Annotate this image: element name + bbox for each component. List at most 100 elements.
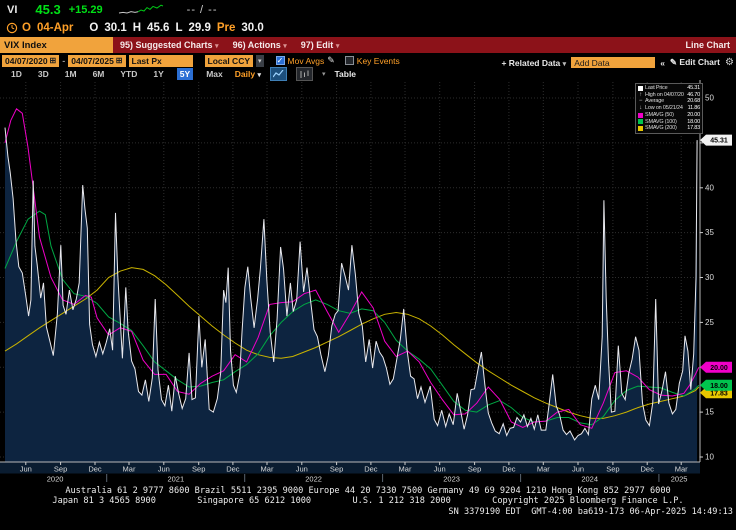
intraday-sparkline	[117, 3, 165, 17]
terminal-footer: Australia 61 2 9777 8600 Brazil 5511 239…	[0, 486, 736, 517]
period-button-ytd[interactable]: YTD	[117, 68, 140, 80]
bid-ask-na: -- / --	[187, 4, 218, 16]
svg-text:25: 25	[705, 318, 714, 327]
svg-text:35: 35	[705, 228, 714, 237]
period-buttons: 1D 3D 1M 6M YTD 1Y 5Y Max	[8, 68, 226, 80]
currency-select[interactable]: Local CCY	[205, 55, 254, 67]
period-button-1m[interactable]: 1M	[62, 68, 80, 80]
svg-text:Mar: Mar	[123, 465, 136, 474]
menu-items: 95) Suggested Charts ▾ 96) Actions ▾ 97) E…	[120, 40, 339, 50]
session-date: 04-Apr	[37, 22, 73, 34]
quote-row-1: VI 45.3 +15.29 -- / --	[0, 0, 736, 19]
mov-avgs-checkbox[interactable]: ✓	[276, 56, 285, 65]
chart-tools: + Related Data ▾ « ✎ Edit Chart ⚙	[501, 56, 734, 69]
legend-row: Last Price45.31	[638, 85, 700, 92]
period-button-1d[interactable]: 1D	[8, 68, 25, 80]
footer-session-info: SN 3379190 EDT GMT-4:00 ba619-173 06-Apr…	[0, 507, 736, 517]
svg-text:Mar: Mar	[399, 465, 412, 474]
footer-phones-2: Japan 81 3 4565 8900 Singapore 65 6212 1…	[0, 496, 736, 506]
ticker-symbol: VI	[7, 4, 17, 16]
svg-text:Jun: Jun	[434, 465, 446, 474]
svg-text:Sep: Sep	[606, 465, 619, 474]
svg-text:2023: 2023	[443, 475, 460, 483]
svg-text:Mar: Mar	[261, 465, 274, 474]
last-price: 45.3	[35, 2, 60, 17]
legend-row: SMAVG (200)17.83	[638, 125, 700, 132]
calendar-icon[interactable]: ⊞	[50, 56, 57, 65]
date-range-dash: -	[62, 56, 65, 66]
legend-row: SMAVG (50)20.00	[638, 112, 700, 119]
open-value: 30.1	[104, 22, 126, 34]
svg-text:Sep: Sep	[54, 465, 67, 474]
open-flag: O	[22, 22, 31, 34]
period-button-5y[interactable]: 5Y	[177, 68, 193, 80]
collapse-panel-icon[interactable]: «	[660, 58, 665, 68]
price-change: +15.29	[69, 4, 103, 16]
related-data-button[interactable]: + Related Data ▾	[501, 58, 566, 68]
svg-text:18.00: 18.00	[710, 383, 728, 390]
chart-plot-area[interactable]: 10152530354050JunSepDecMarJunSepDecMarJu…	[0, 80, 736, 482]
legend-row: −Average20.68	[638, 98, 700, 105]
line-chart-type-button[interactable]	[270, 67, 287, 81]
svg-text:Dec: Dec	[88, 465, 102, 474]
open-label: O	[89, 22, 98, 34]
svg-text:Jun: Jun	[296, 465, 308, 474]
svg-text:Sep: Sep	[468, 465, 481, 474]
security-field[interactable]: VIX Index	[0, 37, 113, 53]
svg-text:50: 50	[705, 94, 714, 103]
currency-dropdown-arrow[interactable]: ▾	[256, 55, 264, 67]
menu-item[interactable]: 95) Suggested Charts ▾	[120, 40, 219, 50]
svg-text:45.31: 45.31	[710, 138, 728, 145]
svg-text:Dec: Dec	[502, 465, 516, 474]
legend-row: ↓Low on 05/21/2411.86	[638, 105, 700, 112]
key-events-checkbox[interactable]	[345, 56, 354, 65]
chart-legend: Last Price45.31↑High on 04/07/2046.70−Av…	[635, 83, 703, 134]
svg-text:Dec: Dec	[641, 465, 655, 474]
high-label: H	[133, 22, 141, 34]
svg-text:Jun: Jun	[20, 465, 32, 474]
date-from-input[interactable]: 04/07/2020⊞	[2, 55, 59, 67]
svg-text:Mar: Mar	[537, 465, 550, 474]
low-label: L	[175, 22, 182, 34]
svg-text:2022: 2022	[305, 475, 322, 483]
svg-text:Mar: Mar	[675, 465, 688, 474]
period-button-1y[interactable]: 1Y	[150, 68, 166, 80]
svg-text:2025: 2025	[671, 475, 688, 483]
menu-bar: VIX Index 95) Suggested Charts ▾ 96) Acti…	[0, 37, 736, 53]
svg-text:17.83: 17.83	[710, 390, 728, 397]
frequency-select[interactable]: Daily ▾	[235, 69, 261, 79]
svg-text:20.00: 20.00	[710, 365, 728, 372]
menu-item[interactable]: 96) Actions ▾	[233, 40, 287, 50]
svg-text:30: 30	[705, 273, 714, 282]
table-button[interactable]: Table	[334, 69, 356, 79]
edit-chart-button[interactable]: ✎ Edit Chart	[670, 57, 720, 68]
period-button-max[interactable]: Max	[203, 68, 226, 80]
svg-text:Dec: Dec	[364, 465, 378, 474]
high-value: 45.6	[147, 22, 169, 34]
calendar-icon[interactable]: ⊞	[116, 56, 123, 65]
period-button-3d[interactable]: 3D	[35, 68, 52, 80]
pre-value: 30.0	[241, 22, 263, 34]
chart-settings-gear-icon[interactable]: ⚙	[725, 57, 734, 68]
add-data-input[interactable]	[571, 57, 655, 68]
edit-mov-avgs-pencil-icon[interactable]: ✎	[327, 55, 335, 66]
pre-label: Pre	[217, 22, 236, 34]
quote-row-2: O 04-Apr O 30.1 H 45.6 L 29.9 Pre 30.0	[0, 19, 736, 37]
chart-type-dropdown-arrow[interactable]: ▾	[322, 70, 326, 78]
svg-text:10: 10	[705, 453, 714, 462]
svg-text:Dec: Dec	[226, 465, 240, 474]
svg-text:2021: 2021	[167, 475, 184, 483]
svg-text:40: 40	[705, 183, 714, 192]
menu-item[interactable]: 97) Edit ▾	[301, 40, 340, 50]
delayed-clock-icon	[6, 22, 18, 34]
screen-title: Line Chart	[685, 40, 730, 50]
mov-avgs-label[interactable]: Mov Avgs	[288, 56, 325, 66]
svg-text:Sep: Sep	[330, 465, 343, 474]
svg-text:Jun: Jun	[572, 465, 584, 474]
period-button-6m[interactable]: 6M	[90, 68, 108, 80]
price-chart[interactable]: 10152530354050JunSepDecMarJunSepDecMarJu…	[0, 80, 736, 482]
key-events-label[interactable]: Key Events	[357, 56, 400, 66]
price-type-select[interactable]: Last Px	[129, 55, 193, 67]
date-to-input[interactable]: 04/07/2025⊞	[68, 55, 125, 67]
bar-chart-type-button[interactable]	[296, 67, 313, 81]
